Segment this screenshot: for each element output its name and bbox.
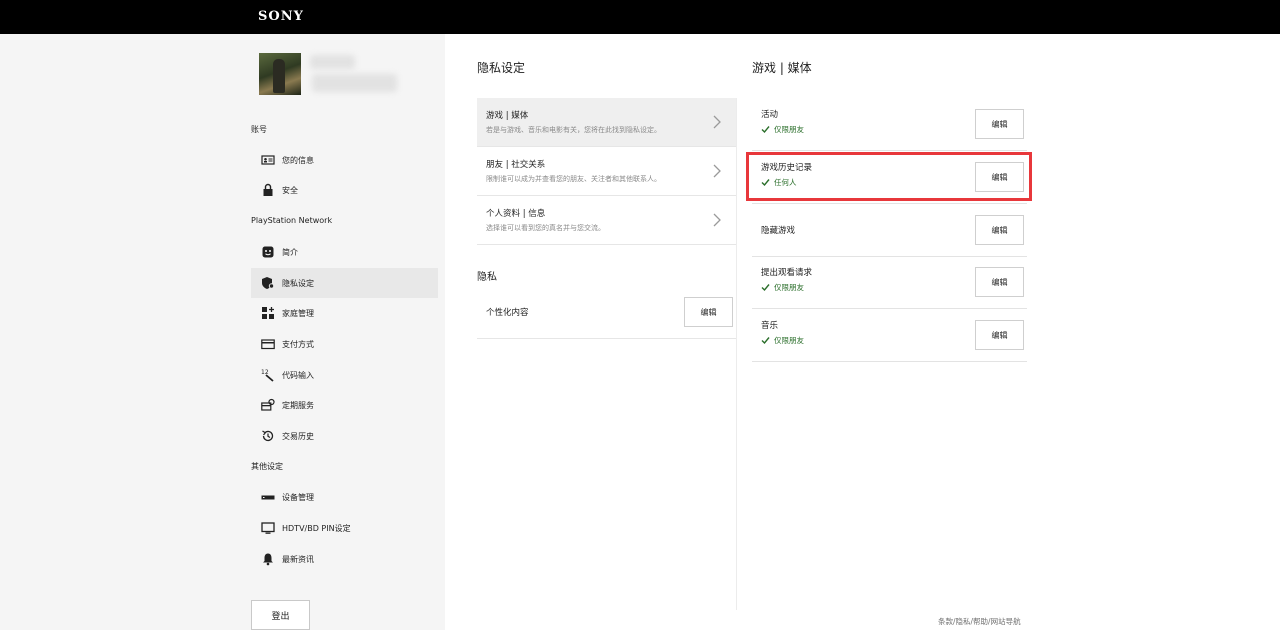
console-icon bbox=[261, 490, 275, 504]
history-icon bbox=[261, 429, 275, 443]
redacted-username bbox=[310, 55, 355, 69]
logout-button[interactable]: 登出 bbox=[251, 600, 310, 630]
bell-icon bbox=[261, 552, 275, 566]
highlight-box bbox=[746, 152, 1032, 201]
id-card-icon bbox=[261, 153, 275, 167]
setting-status: 仅限朋友 bbox=[761, 335, 804, 346]
sidebar-item-payment[interactable]: 支付方式 bbox=[251, 329, 438, 359]
setting-row-activity: 活动 仅限朋友 编辑 bbox=[752, 98, 1027, 151]
sidebar-item-label: 支付方式 bbox=[282, 339, 314, 349]
sidebar-item-news[interactable]: 最新资讯 bbox=[251, 544, 438, 574]
edit-personalized-content-button[interactable]: 编辑 bbox=[684, 297, 733, 327]
sidebar-item-privacy[interactable]: 隐私设定 bbox=[251, 268, 438, 298]
check-icon bbox=[761, 337, 770, 345]
privacy-heading: 隐私 bbox=[477, 272, 497, 283]
sidebar-item-label: 最新资讯 bbox=[282, 554, 314, 564]
top-bar: SONY bbox=[0, 0, 1280, 34]
privacy-personalized-content-row: 个性化内容 编辑 bbox=[477, 287, 736, 339]
sidebar-item-label: 设备管理 bbox=[282, 492, 314, 502]
sidebar-item-label: 安全 bbox=[282, 185, 298, 195]
family-icon bbox=[261, 306, 275, 320]
edit-activity-button[interactable]: 编辑 bbox=[975, 109, 1024, 139]
sidebar-item-label: 家庭管理 bbox=[282, 308, 314, 318]
svg-text:12: 12 bbox=[261, 369, 269, 376]
setting-status: 仅限朋友 bbox=[761, 124, 804, 135]
category-description: 限制谁可以成为并查看您的朋友、关注者和其他联系人。 bbox=[486, 175, 661, 183]
sidebar-section-psn: PlayStation Network bbox=[251, 216, 333, 225]
edit-hidden-games-button[interactable]: 编辑 bbox=[975, 215, 1024, 245]
footer-links[interactable]: 条款/隐私/帮助/网站导航 bbox=[938, 616, 1021, 627]
sidebar-item-label: 代码输入 bbox=[282, 370, 314, 380]
redacted-email bbox=[312, 74, 397, 92]
privacy-category-friends-social[interactable]: 朋友 | 社交关系 限制谁可以成为并查看您的朋友、关注者和其他联系人。 bbox=[477, 147, 736, 196]
sidebar-item-transaction-history[interactable]: 交易历史 bbox=[251, 421, 438, 451]
sidebar-item-label: 简介 bbox=[282, 247, 298, 257]
category-title: 朋友 | 社交关系 bbox=[486, 160, 546, 170]
column-divider bbox=[736, 98, 737, 610]
sidebar-item-security[interactable]: 安全 bbox=[251, 175, 438, 205]
check-icon bbox=[761, 284, 770, 292]
setting-label: 音乐 bbox=[761, 321, 779, 331]
sidebar-item-family[interactable]: 家庭管理 bbox=[251, 298, 438, 328]
chevron-right-icon bbox=[713, 115, 721, 129]
chevron-right-icon bbox=[713, 164, 721, 178]
sidebar-item-label: 交易历史 bbox=[282, 431, 314, 441]
tv-icon bbox=[261, 521, 275, 535]
chevron-right-icon bbox=[713, 213, 721, 227]
setting-row-music: 音乐 仅限朋友 编辑 bbox=[752, 309, 1027, 362]
sidebar-item-code-entry[interactable]: 12 代码输入 bbox=[251, 360, 438, 390]
setting-status: 仅限朋友 bbox=[761, 282, 804, 293]
category-title: 个人资料 | 信息 bbox=[486, 209, 546, 219]
category-description: 选择谁可以看到您的真名并与您交流。 bbox=[486, 224, 605, 232]
setting-row-watch-requests: 提出观看请求 仅限朋友 编辑 bbox=[752, 256, 1027, 309]
edit-music-button[interactable]: 编辑 bbox=[975, 320, 1024, 350]
subscription-icon bbox=[261, 398, 275, 412]
privacy-shield-icon bbox=[261, 276, 275, 290]
section-title-games-media: 游戏 | 媒体 bbox=[752, 61, 812, 75]
sidebar-section-account: 账号 bbox=[251, 125, 267, 134]
sidebar-item-subscription[interactable]: 定期服务 bbox=[251, 390, 438, 420]
sidebar-item-label: 定期服务 bbox=[282, 400, 314, 410]
sidebar-item-profile[interactable]: 简介 bbox=[251, 237, 438, 267]
sidebar-item-device-management[interactable]: 设备管理 bbox=[251, 482, 438, 512]
sidebar-section-other: 其他设定 bbox=[251, 462, 283, 471]
edit-watch-requests-button[interactable]: 编辑 bbox=[975, 267, 1024, 297]
sony-logo[interactable]: SONY bbox=[258, 9, 304, 24]
category-title: 游戏 | 媒体 bbox=[486, 111, 529, 121]
sidebar-item-label: HDTV/BD PIN设定 bbox=[282, 523, 351, 533]
setting-label: 提出观看请求 bbox=[761, 268, 813, 278]
category-description: 若是与游戏、音乐和电影有关，您将在此找到隐私设定。 bbox=[486, 126, 661, 134]
sidebar-item-label: 您的信息 bbox=[282, 155, 314, 165]
setting-row-hidden-games: 隐藏游戏 编辑 bbox=[752, 204, 1027, 257]
check-icon bbox=[761, 126, 770, 134]
avatar[interactable] bbox=[259, 53, 301, 95]
credit-card-icon bbox=[261, 337, 275, 351]
lock-icon bbox=[261, 183, 275, 197]
privacy-category-profile-info[interactable]: 个人资料 | 信息 选择谁可以看到您的真名并与您交流。 bbox=[477, 196, 736, 245]
setting-label: 活动 bbox=[761, 110, 779, 120]
privacy-category-games-media[interactable]: 游戏 | 媒体 若是与游戏、音乐和电影有关，您将在此找到隐私设定。 bbox=[477, 98, 736, 147]
sidebar-item-your-info[interactable]: 您的信息 bbox=[251, 145, 438, 175]
setting-label: 隐藏游戏 bbox=[761, 226, 796, 236]
code-entry-icon: 12 bbox=[261, 368, 275, 382]
row-label: 个性化内容 bbox=[486, 308, 529, 318]
profile-face-icon bbox=[261, 245, 275, 259]
sidebar-item-hdtv-pin[interactable]: HDTV/BD PIN设定 bbox=[251, 513, 438, 543]
page-title: 隐私设定 bbox=[477, 61, 526, 75]
sidebar-item-label: 隐私设定 bbox=[282, 278, 314, 288]
